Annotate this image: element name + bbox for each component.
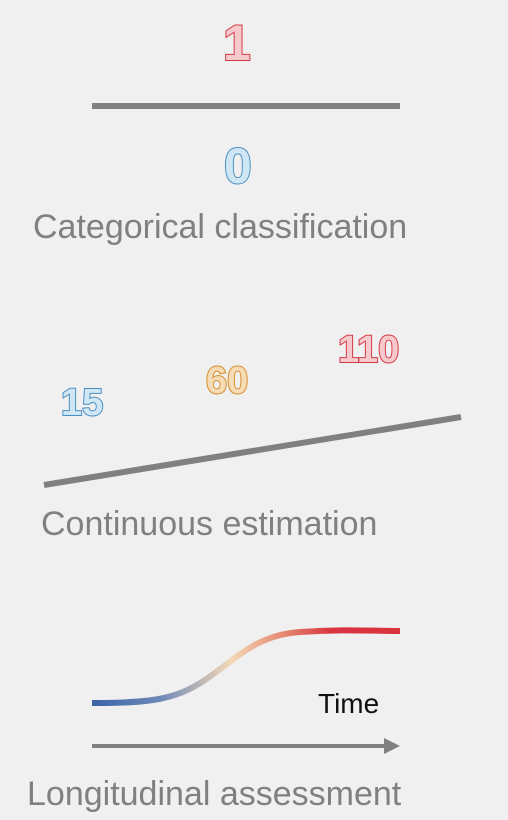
continuous-value-110: 110 bbox=[337, 329, 400, 371]
estimation-trend-line bbox=[43, 414, 462, 488]
time-axis-arrowhead-icon bbox=[384, 738, 400, 754]
time-axis-label: Time bbox=[318, 688, 380, 719]
continuous-caption: Continuous estimation bbox=[41, 505, 378, 543]
longitudinal-caption: Longitudinal assessment bbox=[27, 775, 402, 813]
categorical-caption: Categorical classification bbox=[33, 208, 408, 246]
categorical-value-zero: 0 bbox=[223, 138, 253, 194]
categorical-value-one: 1 bbox=[222, 15, 252, 71]
continuous-value-15: 15 bbox=[60, 382, 104, 424]
continuous-value-60: 60 bbox=[205, 360, 249, 402]
